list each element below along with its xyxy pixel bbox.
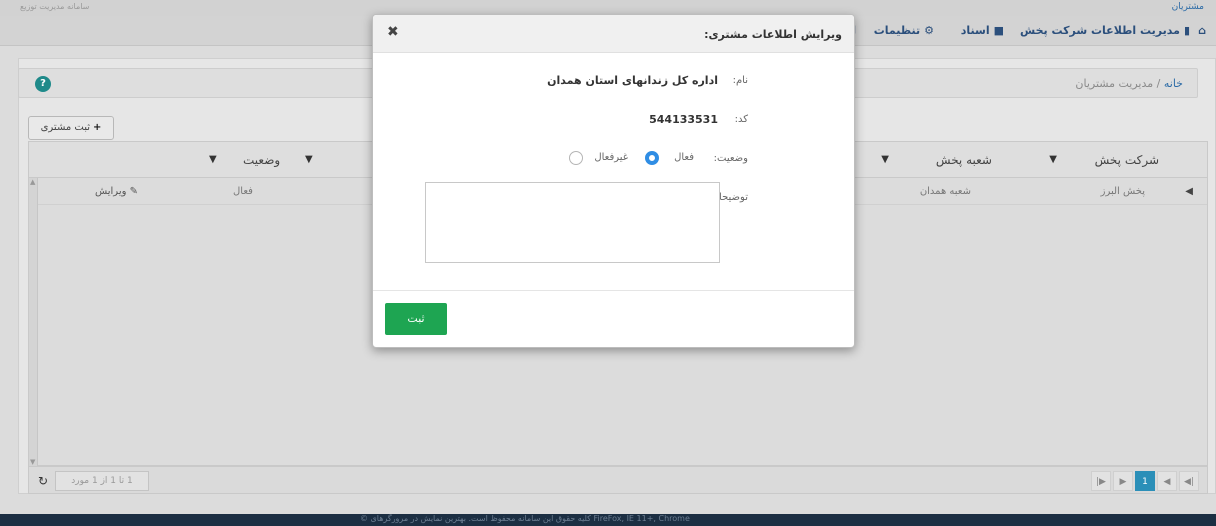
status-inactive-label: غیرفعال: [594, 152, 628, 163]
code-value: 544133531: [649, 113, 718, 126]
breadcrumb-home-link[interactable]: خانه: [1164, 77, 1183, 90]
truck-icon: ▮: [1183, 24, 1190, 37]
submit-button[interactable]: ثبت: [385, 303, 447, 335]
cell-company: پخش البرز: [1100, 186, 1145, 197]
vertical-scrollbar[interactable]: ▲ ▼: [29, 178, 38, 466]
description-textarea[interactable]: [425, 182, 720, 263]
add-customer-button[interactable]: +ثبت مشتری: [28, 116, 114, 140]
name-label: نام:: [732, 75, 748, 86]
top-faint-text: سامانه مدیریت توزیع: [20, 2, 90, 11]
status-label: وضعیت:: [713, 153, 748, 164]
cell-status: فعال: [233, 186, 253, 197]
filter-icon[interactable]: ▼: [1049, 154, 1057, 165]
folder-icon: ■: [993, 24, 1004, 37]
scroll-down-icon[interactable]: ▼: [30, 458, 35, 466]
nav-home-icon[interactable]: ⌂: [1198, 24, 1206, 37]
grid-pager: ↻ 1 تا 1 از 1 مورد ◀| ◀ 1 ▶ |▶: [28, 466, 1208, 494]
modal-title: ویرایش اطلاعات مشتری:: [704, 28, 842, 41]
help-icon[interactable]: ?: [35, 76, 51, 92]
nav-item-settings[interactable]: ⚙تنظیمات: [874, 24, 934, 37]
filter-icon[interactable]: ▼: [209, 154, 217, 165]
gears-icon: ⚙: [924, 24, 934, 37]
last-page-icon[interactable]: |▶: [1091, 471, 1111, 491]
footer-text: © کلیه حقوق این سامانه محفوظ است. بهترین…: [360, 514, 690, 523]
name-value: اداره کل زندانهای استان همدان: [547, 74, 718, 87]
scroll-up-icon[interactable]: ▲: [30, 178, 35, 186]
nav-item-company[interactable]: ▮مدیریت اطلاعات شرکت پخش: [1020, 24, 1190, 37]
status-inactive-radio[interactable]: [569, 151, 583, 165]
nav-item-documents[interactable]: ■اسناد: [961, 24, 1004, 37]
column-header-branch[interactable]: شعبه پخش: [936, 153, 992, 167]
next-page-icon[interactable]: ▶: [1113, 471, 1133, 491]
close-icon[interactable]: ✖: [387, 24, 399, 40]
page-number-button[interactable]: 1: [1135, 471, 1155, 491]
edit-button[interactable]: ✎ ویرایش: [95, 186, 138, 197]
first-page-icon[interactable]: ◀|: [1179, 471, 1199, 491]
brand-text: مشتریان: [1171, 2, 1204, 12]
status-active-label: فعال: [674, 152, 694, 163]
filter-icon[interactable]: ▼: [881, 154, 889, 165]
pencil-icon: ✎: [129, 186, 139, 197]
refresh-icon[interactable]: ↻: [33, 471, 53, 491]
breadcrumb-current: مدیریت مشتریان: [1075, 77, 1154, 90]
column-header-status[interactable]: وضعیت: [243, 153, 280, 167]
breadcrumb-separator: /: [1156, 77, 1161, 90]
cell-branch: شعبه همدان: [919, 186, 971, 197]
column-header-company[interactable]: شرکت پخش: [1095, 153, 1159, 167]
modal-footer-divider: [373, 290, 854, 291]
code-label: کد:: [734, 114, 748, 125]
modal-header: ویرایش اطلاعات مشتری: ✖: [373, 15, 854, 53]
prev-page-icon[interactable]: ◀: [1157, 471, 1177, 491]
status-active-radio[interactable]: [645, 151, 659, 165]
filter-icon[interactable]: ▼: [305, 154, 313, 165]
page-footer: © کلیه حقوق این سامانه محفوظ است. بهترین…: [0, 514, 1216, 526]
pager-info: 1 تا 1 از 1 مورد: [55, 471, 149, 491]
edit-customer-modal: ویرایش اطلاعات مشتری: ✖ نام: اداره کل زن…: [372, 14, 855, 348]
plus-icon: +: [93, 122, 102, 133]
row-expand-icon[interactable]: ◀: [1185, 186, 1193, 197]
